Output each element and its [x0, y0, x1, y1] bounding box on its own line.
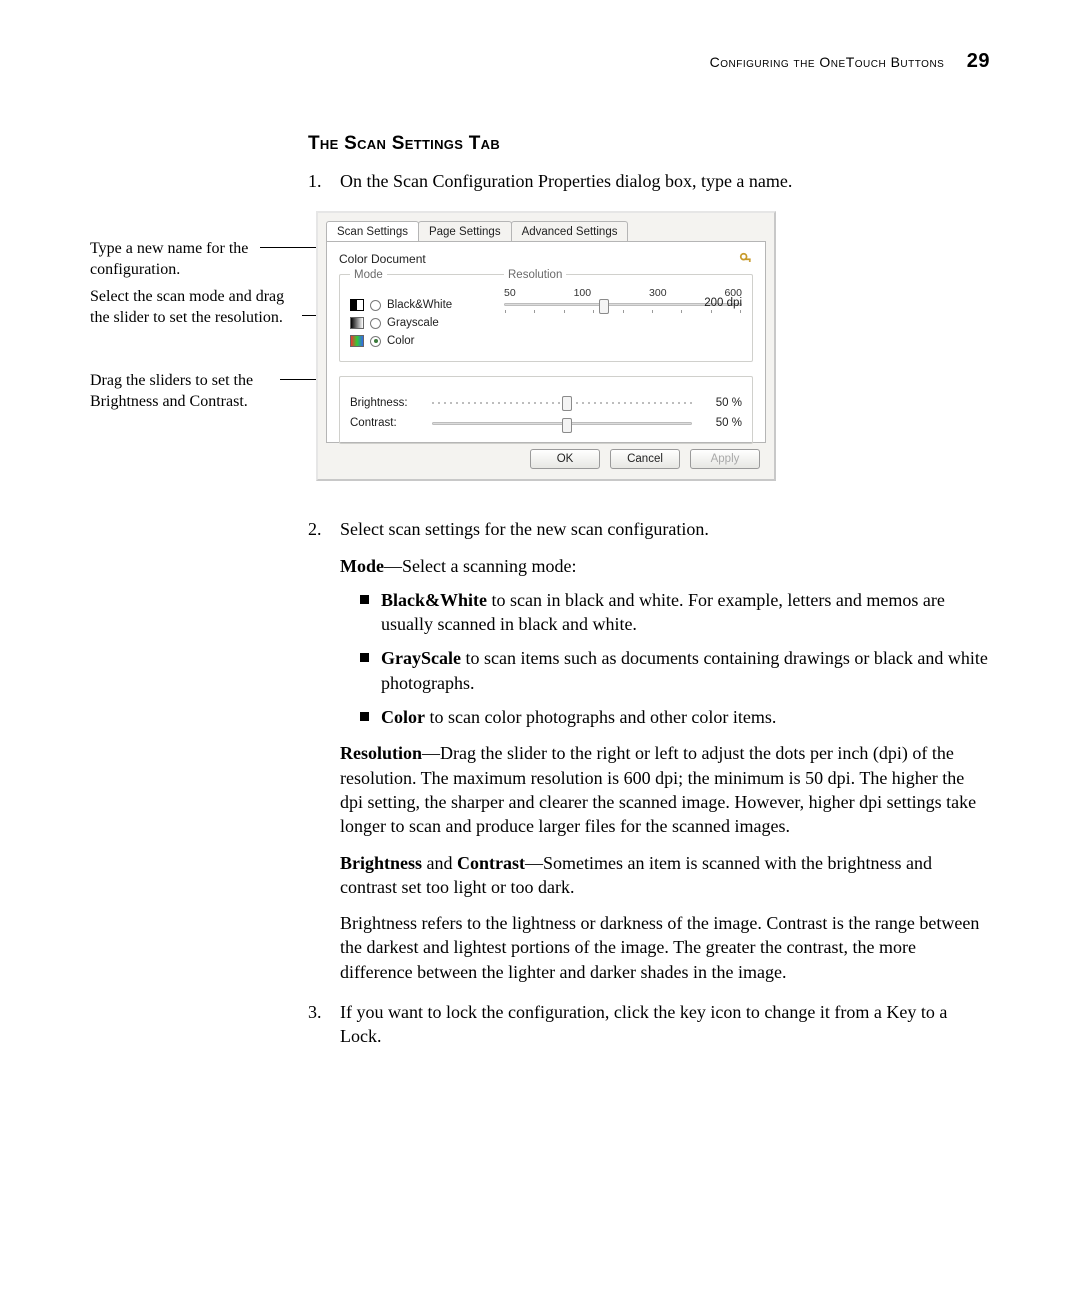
callout-name: Type a new name for the configuration. — [90, 239, 300, 281]
resolution-value: 200 dpi — [704, 297, 742, 309]
square-bullet-icon — [360, 595, 369, 604]
mode-group-label: Mode — [350, 269, 387, 281]
mode-intro: Mode—Select a scanning mode: — [340, 554, 990, 578]
step-1: 1. On the Scan Configuration Properties … — [308, 169, 990, 193]
step-2: 2. Select scan settings for the new scan… — [308, 517, 990, 541]
bullet-bw: Black&White to scan in black and white. … — [360, 588, 990, 637]
contrast-label: Contrast: — [350, 417, 422, 429]
bullet-gray: GrayScale to scan items such as document… — [360, 646, 990, 695]
callout-brightness: Drag the sliders to set the Brightness a… — [90, 371, 300, 413]
resolution-group-label: Resolution — [504, 269, 566, 281]
grayscale-icon — [350, 317, 364, 329]
page-header: Configuring the OneTouch Buttons 29 — [90, 50, 990, 73]
page-number: 29 — [967, 50, 990, 72]
figure: Type a new name for the configuration. S… — [90, 211, 990, 491]
section-title: The Scan Settings Tab — [308, 133, 990, 155]
tab-page-settings[interactable]: Page Settings — [418, 221, 512, 241]
brightness-value: 50 % — [702, 397, 742, 409]
square-bullet-icon — [360, 653, 369, 662]
step-3: 3. If you want to lock the configuration… — [308, 1000, 990, 1049]
color-icon — [350, 335, 364, 347]
callout-mode: Select the scan mode and drag the slider… — [90, 287, 300, 329]
contrast-value: 50 % — [702, 417, 742, 429]
chapter-title: Configuring the OneTouch Buttons — [710, 54, 945, 70]
cancel-button[interactable]: Cancel — [610, 449, 680, 469]
bc-para1: Brightness and Contrast—Sometimes an ite… — [340, 851, 990, 900]
tab-advanced-settings[interactable]: Advanced Settings — [511, 221, 629, 241]
mode-color-radio[interactable]: Color — [350, 335, 490, 347]
resolution-para: Resolution—Drag the slider to the right … — [340, 741, 990, 838]
brightness-label: Brightness: — [350, 397, 422, 409]
bw-icon — [350, 299, 364, 311]
contrast-slider[interactable] — [432, 422, 692, 425]
square-bullet-icon — [360, 712, 369, 721]
config-name[interactable]: Color Document — [339, 252, 426, 266]
ok-button[interactable]: OK — [530, 449, 600, 469]
brightness-slider[interactable] — [432, 402, 692, 404]
tab-scan-settings[interactable]: Scan Settings — [326, 221, 419, 241]
key-icon[interactable] — [739, 252, 753, 266]
bullet-color: Color to scan color photographs and othe… — [360, 705, 990, 729]
mode-bw-radio[interactable]: Black&White — [350, 299, 490, 311]
mode-gray-radio[interactable]: Grayscale — [350, 317, 490, 329]
scan-properties-dialog: Scan Settings Page Settings Advanced Set… — [316, 211, 776, 481]
bc-para2: Brightness refers to the lightness or da… — [340, 911, 990, 984]
apply-button[interactable]: Apply — [690, 449, 760, 469]
